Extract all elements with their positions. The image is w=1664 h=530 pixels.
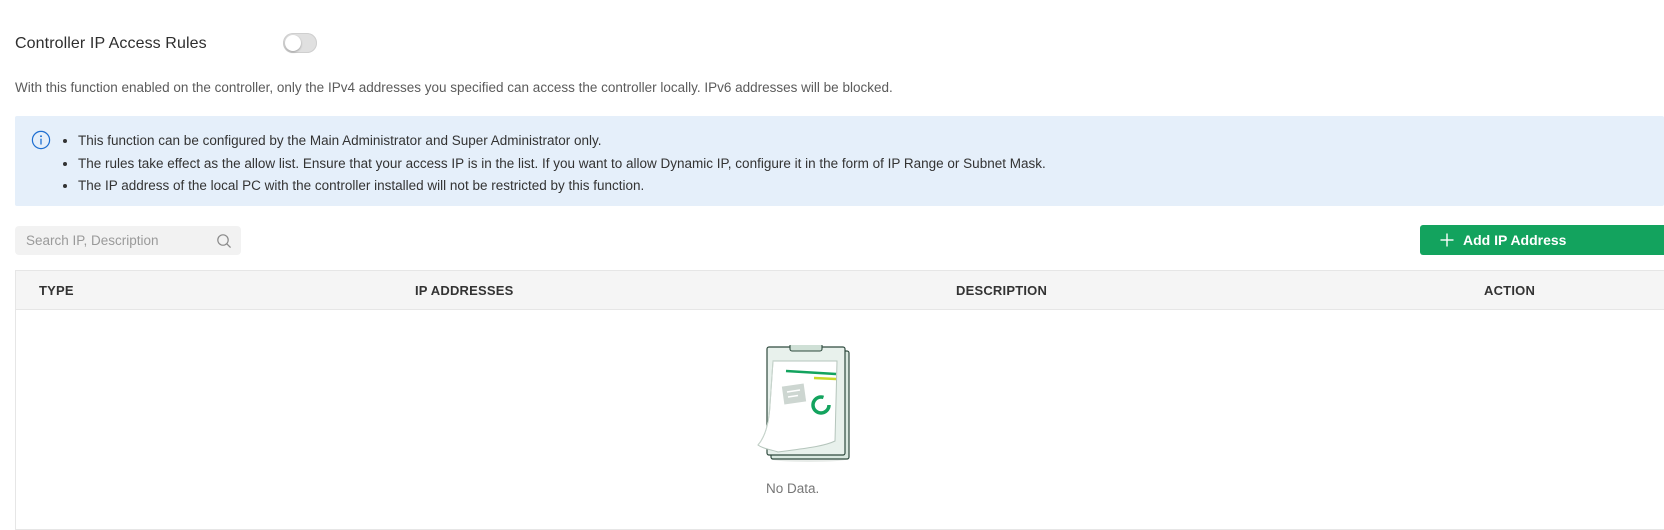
search-input[interactable] <box>15 225 216 256</box>
column-header-action: ACTION <box>1484 283 1536 298</box>
info-icon <box>31 130 51 150</box>
title-row: Controller IP Access Rules <box>15 30 207 58</box>
empty-clipboard-icon <box>757 345 850 462</box>
plus-icon <box>1440 233 1454 247</box>
empty-state-text: No Data. <box>766 481 820 496</box>
info-notice: This function can be configured by the M… <box>15 116 1664 206</box>
toggle-knob <box>285 35 301 51</box>
search-box <box>15 225 241 256</box>
column-header-description: DESCRIPTION <box>956 283 1048 298</box>
search-icon[interactable] <box>216 233 232 249</box>
access-rules-toggle[interactable] <box>283 33 317 53</box>
notice-item: The IP address of the local PC with the … <box>78 175 1046 198</box>
add-ip-address-label: Add IP Address <box>1463 232 1567 248</box>
page-title: Controller IP Access Rules <box>15 35 207 52</box>
ip-rules-table: TYPE IP ADDRESSES DESCRIPTION ACTION No … <box>15 270 1664 530</box>
notice-item: This function can be configured by the M… <box>78 130 1046 153</box>
ip-access-rules-panel: Controller IP Access Rules With this fun… <box>15 0 1664 530</box>
column-header-ip-addresses: IP ADDRESSES <box>415 283 514 298</box>
function-description: With this function enabled on the contro… <box>15 80 893 95</box>
column-header-type: TYPE <box>39 283 74 298</box>
add-ip-address-button[interactable]: Add IP Address <box>1420 225 1664 255</box>
notice-list: This function can be configured by the M… <box>64 130 1046 198</box>
notice-item: The rules take effect as the allow list.… <box>78 153 1046 176</box>
table-header: TYPE IP ADDRESSES DESCRIPTION ACTION <box>16 271 1664 310</box>
